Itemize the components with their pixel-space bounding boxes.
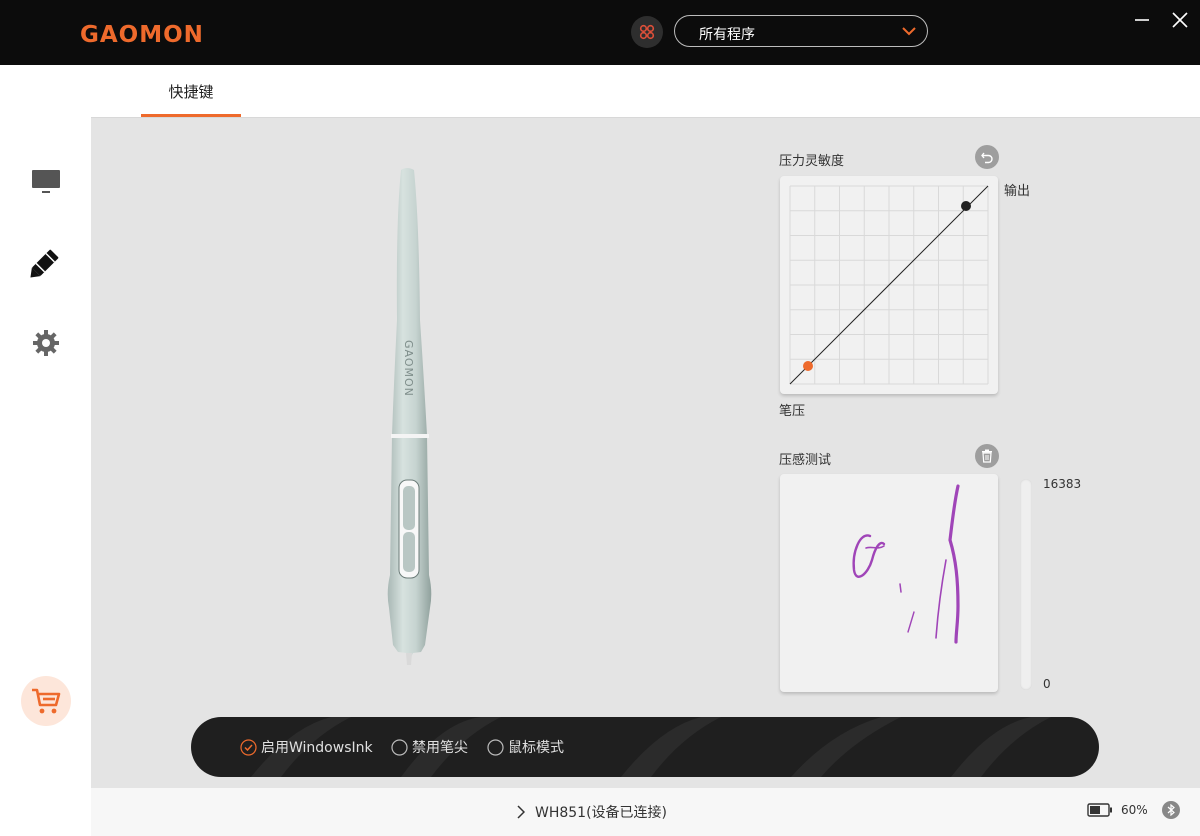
sidebar-item-pen[interactable] [26,242,66,282]
device-name: WH851(设备已连接) [535,805,668,821]
pressure-test-canvas[interactable] [780,474,998,692]
option-disable-tip[interactable]: 禁用笔尖 [391,717,468,777]
svg-text:GAOMON: GAOMON [402,340,415,397]
undo-icon [981,152,993,164]
program-select[interactable]: 所有程序 [674,15,928,47]
curve-input-label: 笔压 [779,404,806,419]
battery-status: 60% [1087,803,1148,817]
checkbox-icon [487,738,504,756]
battery-icon [1087,803,1112,817]
device-status[interactable]: WH851(设备已连接) [517,802,667,822]
status-bar: WH851(设备已连接) 60% [91,788,1200,836]
chevron-right-icon [517,805,525,819]
pressure-max-value: 16383 [1043,477,1082,491]
svg-text:GAOMON: GAOMON [80,22,204,48]
pen-illustration: GAOMON [387,168,432,665]
title-bar: GAOMON 所有程序 [0,0,1200,65]
clear-test-button[interactable] [975,444,999,468]
pressure-min-value: 0 [1043,677,1051,691]
checkbox-checked-icon [240,738,257,756]
close-button[interactable] [1166,6,1194,34]
curve-output-label: 输出 [1004,184,1031,199]
option-label: 鼠标模式 [508,740,564,756]
trash-icon [982,449,992,463]
sidebar [0,65,91,836]
pressure-level-bar [1020,479,1032,690]
tab-bar: 快捷键 [91,65,1200,118]
shop-button[interactable] [21,676,71,726]
apps-icon [639,24,655,40]
curve-handle-lower[interactable] [803,361,813,371]
tab-shortcuts[interactable]: 快捷键 [141,65,241,117]
minimize-button[interactable] [1128,6,1156,34]
sidebar-item-settings[interactable] [26,323,66,363]
reset-curve-button[interactable] [975,145,999,169]
option-label: 启用WindowsInk [261,740,373,756]
sidebar-item-monitor[interactable] [26,162,66,202]
minimize-icon [1135,19,1149,21]
pressure-test-title: 压感测试 [779,453,832,468]
pen-icon [30,249,59,278]
bluetooth-icon [1167,804,1175,816]
gear-icon [33,330,59,356]
cart-icon [32,688,61,714]
curve-handle-upper[interactable] [961,201,971,211]
program-list-button[interactable] [631,16,663,48]
monitor-icon [32,170,60,193]
program-select-value: 所有程序 [699,27,755,43]
gaomon-logo: GAOMON [80,22,204,48]
tab-active-indicator [141,114,241,117]
pressure-sensitivity-title: 压力灵敏度 [779,154,845,169]
pen-options-bar: 启用WindowsInk 禁用笔尖 鼠标模式 [191,717,1099,777]
tab-label: 快捷键 [168,83,214,101]
battery-level: 60% [1121,803,1148,817]
main-panel [91,118,1200,788]
close-icon [1172,12,1188,28]
pressure-curve-graph[interactable] [780,176,998,394]
option-windows-ink[interactable]: 启用WindowsInk [240,717,373,777]
option-label: 禁用笔尖 [412,740,468,756]
checkbox-icon [391,738,408,756]
option-mouse-mode[interactable]: 鼠标模式 [487,717,564,777]
bluetooth-button[interactable] [1162,801,1180,819]
chevron-down-icon [902,27,916,36]
test-strokes [852,484,960,644]
